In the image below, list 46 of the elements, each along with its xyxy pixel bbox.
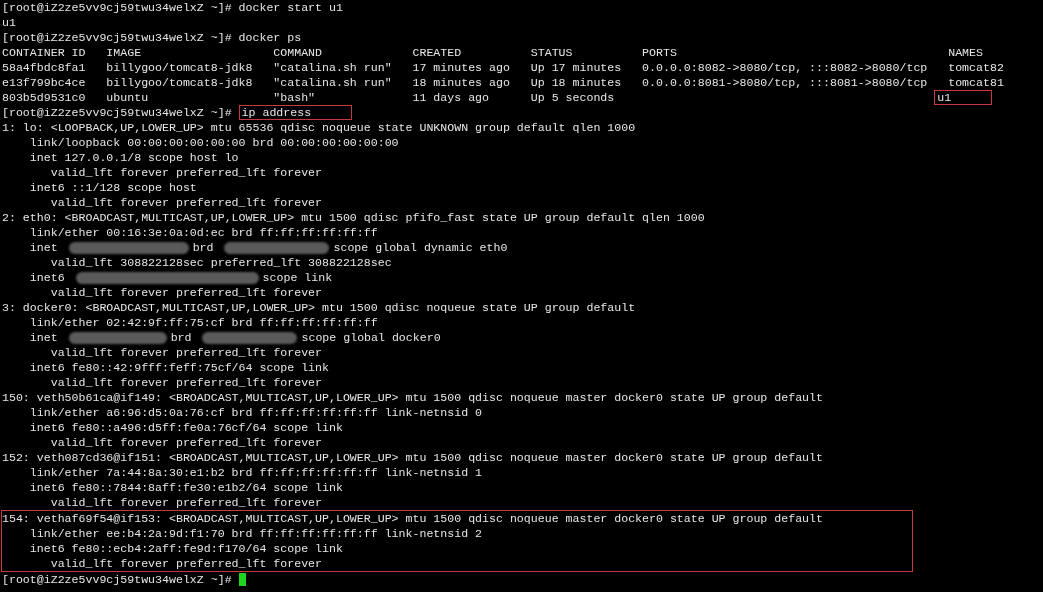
- terminal-text: scope global docker0: [301, 330, 441, 345]
- terminal-line: 58a4fbdc8fa1 billygoo/tomcat8-jdk8 "catalina.sh run" 17 minutes ago Up 17 minutes 0.0.0.0:8082->8080/tcp, :::8082->8080/tcp tomcat82: [2, 60, 1004, 75]
- terminal-line: link/ether 00:16:3e:0a:0d:ec brd ff:ff:ff:ff:ff:ff: [28, 225, 378, 240]
- terminal-line: [root@iZ2ze5vv9cj59twu34welxZ ~]# docker ps: [2, 30, 302, 45]
- terminal-line: link/ether 7a:44:8a:30:e1:b2 brd ff:ff:ff:ff:ff:ff link-netnsid 1: [28, 465, 483, 480]
- terminal-line: valid_lft forever preferred_lft forever: [49, 556, 323, 571]
- terminal-line: inet6 fe80::7844:8aff:fe30:e1b2/64 scope link: [28, 480, 343, 495]
- terminal-line: inet6 ::1/128 scope host: [28, 180, 197, 195]
- terminal-line: 2: eth0: <BROADCAST,MULTICAST,UP,LOWER_UP> mtu 1500 qdisc pfifo_fast state UP group default qlen 1000: [2, 210, 705, 225]
- terminal-line: link/loopback 00:00:00:00:00:00 brd 00:00:00:00:00:00: [28, 135, 399, 150]
- terminal-text: [root@iZ2ze5vv9cj59twu34welxZ ~]#: [2, 572, 233, 587]
- terminal-line: link/ether a6:96:d5:0a:76:cf brd ff:ff:ff:ff:ff:ff link-netnsid 0: [28, 405, 483, 420]
- terminal-line: u1: [2, 15, 16, 30]
- terminal-text: 803b5d9531c0 ubuntu "bash" 11 days ago Up 5 seconds: [2, 90, 616, 105]
- terminal-text: inet: [28, 330, 59, 345]
- terminal-text: brd: [192, 240, 215, 255]
- terminal-text: scope global dynamic eth0: [333, 240, 508, 255]
- terminal-line: link/ether 02:42:9f:ff:75:cf brd ff:ff:ff:ff:ff:ff: [28, 315, 378, 330]
- terminal-line: e13f799bc4ce billygoo/tomcat8-jdk8 "catalina.sh run" 18 minutes ago Up 18 minutes 0.0.0.0:8081->8080/tcp, :::8081->8080/tcp tomcat81: [2, 75, 1004, 90]
- terminal-line: valid_lft forever preferred_lft forever: [49, 285, 323, 300]
- terminal-line: link/ether ee:b4:2a:9d:f1:70 brd ff:ff:ff:ff:ff:ff link-netnsid 2: [28, 526, 483, 541]
- highlighted-text: ip address: [238, 105, 353, 120]
- terminal-text: inet: [28, 240, 59, 255]
- terminal-text: scope link: [262, 270, 333, 285]
- terminal-line: valid_lft forever preferred_lft forever: [49, 345, 323, 360]
- terminal-line: 3: docker0: <BROADCAST,MULTICAST,UP,LOWER_UP> mtu 1500 qdisc noqueue state UP group default: [2, 300, 636, 315]
- terminal-line: CONTAINER ID IMAGE COMMAND CREATED STATUS PORTS NAMES: [2, 45, 983, 60]
- terminal-text: [root@iZ2ze5vv9cj59twu34welxZ ~]#: [2, 105, 233, 120]
- terminal-text: brd: [170, 330, 193, 345]
- terminal-line: valid_lft forever preferred_lft forever: [49, 195, 323, 210]
- terminal-line: inet6 fe80::ecb4:2aff:fe9d:f170/64 scope link: [28, 541, 343, 556]
- terminal-line: valid_lft forever preferred_lft forever: [49, 495, 323, 510]
- terminal-line: inet6 fe80::42:9fff:feff:75cf/64 scope link: [28, 360, 329, 375]
- terminal-line: 150: veth50b61ca@if149: <BROADCAST,MULTICAST,UP,LOWER_UP> mtu 1500 qdisc noqueue master docker0 state UP group default: [2, 390, 823, 405]
- terminal-line: valid_lft forever preferred_lft forever: [49, 165, 323, 180]
- highlighted-text: u1: [934, 90, 993, 105]
- terminal-line: valid_lft forever preferred_lft forever: [49, 375, 323, 390]
- terminal-line: [root@iZ2ze5vv9cj59twu34welxZ ~]# docker start u1: [2, 0, 343, 15]
- terminal-line: inet 127.0.0.1/8 scope host lo: [28, 150, 239, 165]
- terminal-text: inet6: [28, 270, 66, 285]
- terminal-line: valid_lft forever preferred_lft forever: [49, 435, 323, 450]
- terminal-line: 152: veth087cd36@if151: <BROADCAST,MULTICAST,UP,LOWER_UP> mtu 1500 qdisc noqueue master docker0 state UP group default: [2, 450, 823, 465]
- terminal-line: valid_lft 308822128sec preferred_lft 308822128sec: [49, 255, 392, 270]
- terminal-line: inet6 fe80::a496:d5ff:fe0a:76cf/64 scope link: [28, 420, 343, 435]
- terminal-line: 154: vethaf69f54@if153: <BROADCAST,MULTICAST,UP,LOWER_UP> mtu 1500 qdisc noqueue master docker0 state UP group default: [2, 511, 823, 526]
- terminal-line: 1: lo: <LOOPBACK,UP,LOWER_UP> mtu 65536 qdisc noqueue state UNKNOWN group default qlen 1000: [2, 120, 636, 135]
